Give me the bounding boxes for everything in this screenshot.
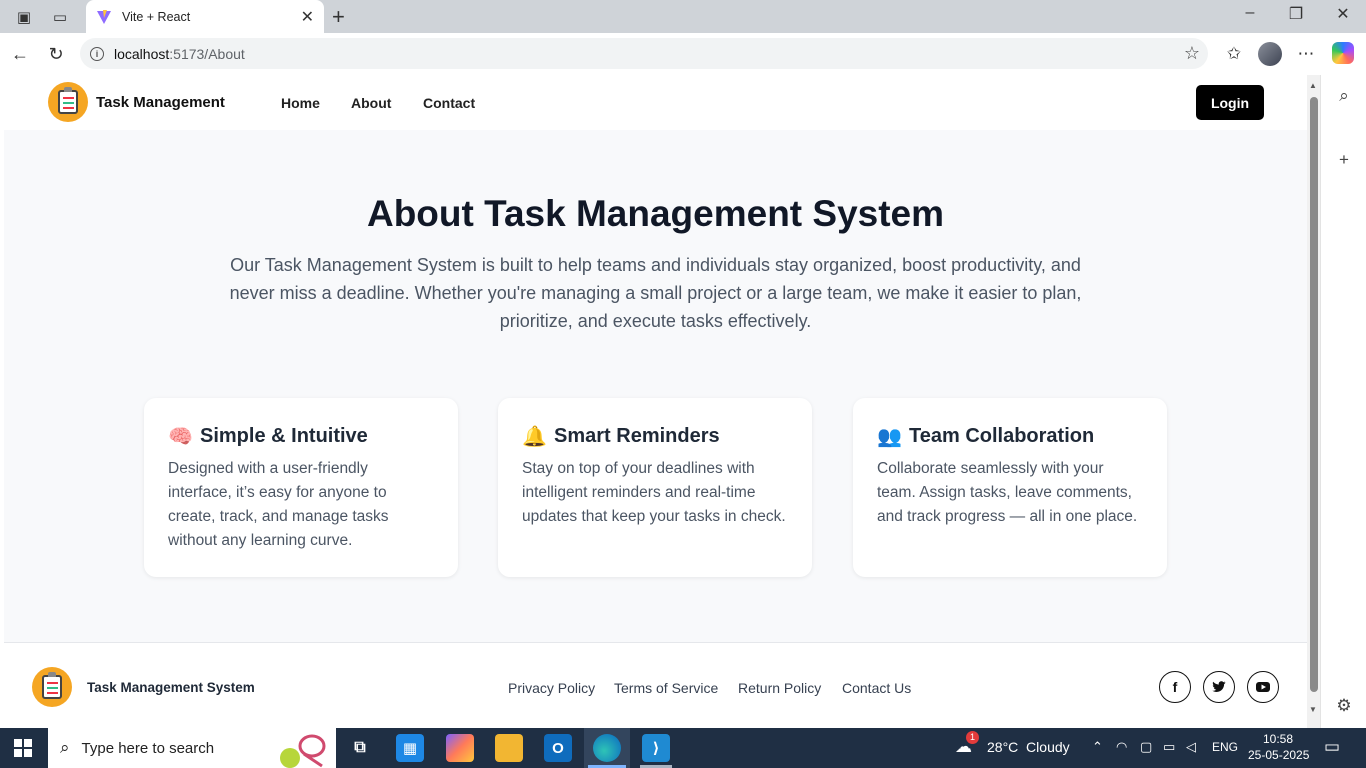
notification-icon[interactable]: ▭ — [1324, 737, 1340, 757]
card-title: Team Collaboration — [909, 425, 1095, 447]
footer-link-contact[interactable]: Contact Us — [842, 680, 911, 696]
url-host: localhost — [114, 45, 170, 62]
speaker-icon[interactable]: ◁ — [1186, 739, 1196, 755]
about-description: Our Task Management System is built to h… — [229, 255, 1082, 331]
refresh-icon[interactable]: ↻ — [44, 42, 68, 66]
nav-home[interactable]: Home — [281, 95, 320, 111]
tab-actions-icon[interactable]: ▭ — [49, 6, 71, 28]
url-path: :5173/About — [169, 45, 245, 62]
card-title: Smart Reminders — [554, 425, 720, 447]
footer-link-terms[interactable]: Terms of Service — [614, 680, 718, 696]
feature-card: 🔔 Smart Reminders Stay on top of your de… — [498, 398, 812, 577]
clock-date[interactable]: 25-05-2025 — [1248, 748, 1309, 762]
address-bar-row: ← ↻ i localhost:5173/About ☆ ✩ ⋯ — [0, 33, 1366, 75]
search-icon: ⌕ — [60, 738, 70, 757]
new-tab-icon[interactable]: + — [332, 4, 352, 30]
footer-logo-icon[interactable] — [32, 667, 72, 707]
workspaces-icon[interactable]: ▣ — [13, 6, 35, 28]
edge-browser-icon[interactable] — [593, 734, 621, 762]
card-body: Stay on top of your deadlines with intel… — [522, 460, 786, 525]
search-icon[interactable]: ⌕ — [1333, 85, 1355, 107]
taskbar-search[interactable]: ⌕ Type here to search — [48, 728, 336, 768]
feature-card: 🧠 Simple & Intuitive Designed with a use… — [144, 398, 458, 577]
nav-contact[interactable]: Contact — [423, 95, 475, 111]
vite-logo-icon — [97, 9, 111, 24]
battery-icon[interactable]: ▭ — [1163, 739, 1175, 755]
address-bar[interactable]: i localhost:5173/About ☆ — [80, 38, 1208, 69]
minimize-icon[interactable]: – — [1238, 4, 1262, 22]
footer-link-privacy[interactable]: Privacy Policy — [508, 680, 595, 696]
scroll-up-icon[interactable]: ▲ — [1309, 81, 1317, 90]
site-footer: Task Management System Privacy Policy Te… — [4, 642, 1307, 728]
browser-tab-bar: ▣ ▭ Vite + React ✕ + – ❐ ✕ — [0, 0, 1366, 33]
tennis-racket-icon — [280, 734, 326, 768]
close-tab-icon[interactable]: ✕ — [301, 7, 314, 27]
bell-icon: 🔔 — [522, 426, 547, 448]
file-explorer-icon[interactable] — [495, 734, 523, 762]
clock-time[interactable]: 10:58 — [1263, 732, 1293, 746]
windows-taskbar: ⌕ Type here to search ⧉ ▦ O ⟩ ☁ 1 28°C C… — [0, 728, 1366, 768]
favorites-icon[interactable]: ✩ — [1222, 42, 1246, 66]
facebook-icon[interactable]: f — [1159, 671, 1191, 703]
feature-card: 👥 Team Collaboration Collaborate seamles… — [853, 398, 1167, 577]
more-menu-icon[interactable]: ⋯ — [1294, 42, 1318, 66]
outlook-icon[interactable]: O — [544, 734, 572, 762]
close-window-icon[interactable]: ✕ — [1331, 4, 1355, 24]
brand-name[interactable]: Task Management — [96, 94, 225, 111]
footer-link-return[interactable]: Return Policy — [738, 680, 821, 696]
vscode-icon[interactable]: ⟩ — [642, 734, 670, 762]
add-icon[interactable]: + — [1333, 149, 1355, 171]
weather-text[interactable]: 28°C Cloudy — [987, 739, 1070, 755]
login-button[interactable]: Login — [1196, 85, 1264, 120]
search-placeholder: Type here to search — [81, 739, 215, 757]
tab-title: Vite + React — [122, 9, 191, 24]
page-viewport: Task Management Home About Contact Login… — [4, 75, 1307, 728]
team-icon: 👥 — [877, 426, 902, 448]
meet-icon[interactable]: ▢ — [1140, 739, 1152, 755]
microsoft-store-icon[interactable]: ▦ — [396, 734, 424, 762]
page-scrollbar[interactable]: ▲ ▼ — [1307, 75, 1320, 728]
wifi-icon[interactable]: ◠ — [1116, 739, 1127, 755]
card-body: Collaborate seamlessly with your team. A… — [877, 460, 1138, 525]
scroll-thumb[interactable] — [1310, 97, 1318, 692]
language-indicator[interactable]: ENG — [1212, 740, 1238, 754]
card-title: Simple & Intuitive — [200, 425, 368, 447]
profile-avatar[interactable] — [1258, 42, 1282, 66]
logo-icon[interactable] — [48, 82, 88, 122]
task-view-icon[interactable]: ⧉ — [346, 734, 374, 762]
settings-gear-icon[interactable]: ⚙ — [1333, 695, 1355, 717]
chevron-up-icon[interactable]: ⌃ — [1092, 739, 1103, 755]
favorite-star-icon[interactable]: ☆ — [1184, 43, 1200, 64]
brain-icon: 🧠 — [168, 426, 193, 448]
restore-icon[interactable]: ❐ — [1284, 4, 1308, 24]
youtube-icon[interactable] — [1247, 671, 1279, 703]
weather-badge: 1 — [966, 731, 979, 744]
scroll-down-icon[interactable]: ▼ — [1309, 705, 1317, 714]
footer-brand: Task Management System — [87, 680, 255, 695]
windows-start-icon[interactable] — [14, 739, 32, 757]
twitter-icon[interactable] — [1203, 671, 1235, 703]
site-info-icon[interactable]: i — [90, 46, 104, 61]
nav-about[interactable]: About — [351, 95, 391, 111]
browser-tab[interactable]: Vite + React ✕ — [86, 0, 324, 33]
copilot-app-icon[interactable] — [446, 734, 474, 762]
copilot-icon[interactable] — [1332, 42, 1354, 64]
back-icon[interactable]: ← — [8, 42, 32, 66]
edge-sidebar: ⌕ + ⚙ — [1320, 75, 1366, 728]
page-title: About Task Management System — [366, 193, 945, 234]
site-header: Task Management Home About Contact Login — [4, 75, 1307, 130]
card-body: Designed with a user-friendly interface,… — [168, 460, 389, 549]
